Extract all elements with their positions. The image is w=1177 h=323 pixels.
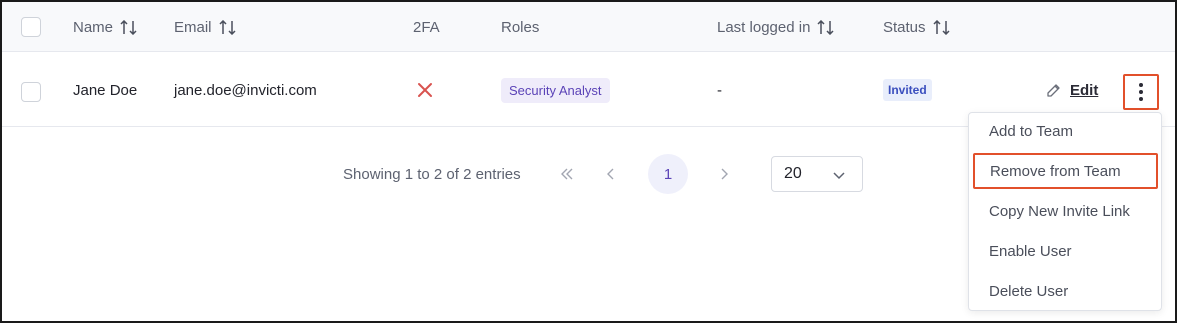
users-table-panel: Name Email 2FA Roles Last logged in Stat… <box>0 0 1177 323</box>
column-header-label: Email <box>174 18 212 36</box>
menu-item-enable-user[interactable]: Enable User <box>969 233 1161 269</box>
sort-icon[interactable] <box>817 19 834 35</box>
twofa-disabled-icon <box>416 53 434 127</box>
menu-item-delete-user[interactable]: Delete User <box>969 273 1161 309</box>
user-email: jane.doe@invicti.com <box>174 81 317 99</box>
pagination-info: Showing 1 to 2 of 2 entries <box>343 165 521 183</box>
column-header-label: Name <box>73 18 114 36</box>
menu-item-copy-invite-link[interactable]: Copy New Invite Link <box>969 193 1161 229</box>
last-logged-in-value: - <box>717 81 722 99</box>
current-page-button[interactable]: 1 <box>648 154 688 194</box>
column-header-label: Roles <box>501 18 540 36</box>
edit-label: Edit <box>1070 81 1099 99</box>
row-actions-button[interactable] <box>1123 74 1159 110</box>
menu-item-remove-from-team[interactable]: Remove from Team <box>973 153 1158 189</box>
next-page-icon[interactable] <box>714 164 734 184</box>
previous-page-icon[interactable] <box>601 164 621 184</box>
column-header-name[interactable]: Name <box>73 2 137 52</box>
chevron-down-icon <box>832 168 846 186</box>
sort-icon[interactable] <box>933 19 950 35</box>
status-badge: Invited <box>883 79 932 101</box>
column-header-email[interactable]: Email <box>174 2 236 52</box>
pencil-icon <box>1046 83 1061 98</box>
status-cell: Invited <box>883 53 932 127</box>
column-header-status[interactable]: Status <box>883 2 950 52</box>
column-header-2fa: 2FA <box>413 2 440 52</box>
user-name: Jane Doe <box>73 81 138 99</box>
role-cell: Security Analyst <box>501 53 610 127</box>
column-header-last-logged-in[interactable]: Last logged in <box>717 2 834 52</box>
select-all-checkbox[interactable] <box>21 17 41 37</box>
row-checkbox[interactable] <box>21 82 41 102</box>
menu-item-add-to-team[interactable]: Add to Team <box>969 113 1161 149</box>
sort-icon[interactable] <box>120 19 137 35</box>
more-vertical-icon <box>1139 83 1143 101</box>
table-header: Name Email 2FA Roles Last logged in Stat… <box>2 2 1175 52</box>
column-header-label: Last logged in <box>717 18 811 36</box>
column-header-label: Status <box>883 18 926 36</box>
column-header-roles: Roles <box>501 2 539 52</box>
sort-icon[interactable] <box>218 19 236 35</box>
role-badge: Security Analyst <box>501 77 610 103</box>
page-size-value: 20 <box>784 165 802 182</box>
row-actions-menu: Add to Team Remove from Team Copy New In… <box>968 112 1162 311</box>
column-header-label: 2FA <box>413 18 440 36</box>
page-size-select[interactable]: 20 <box>771 156 863 192</box>
first-page-icon[interactable] <box>557 164 577 184</box>
